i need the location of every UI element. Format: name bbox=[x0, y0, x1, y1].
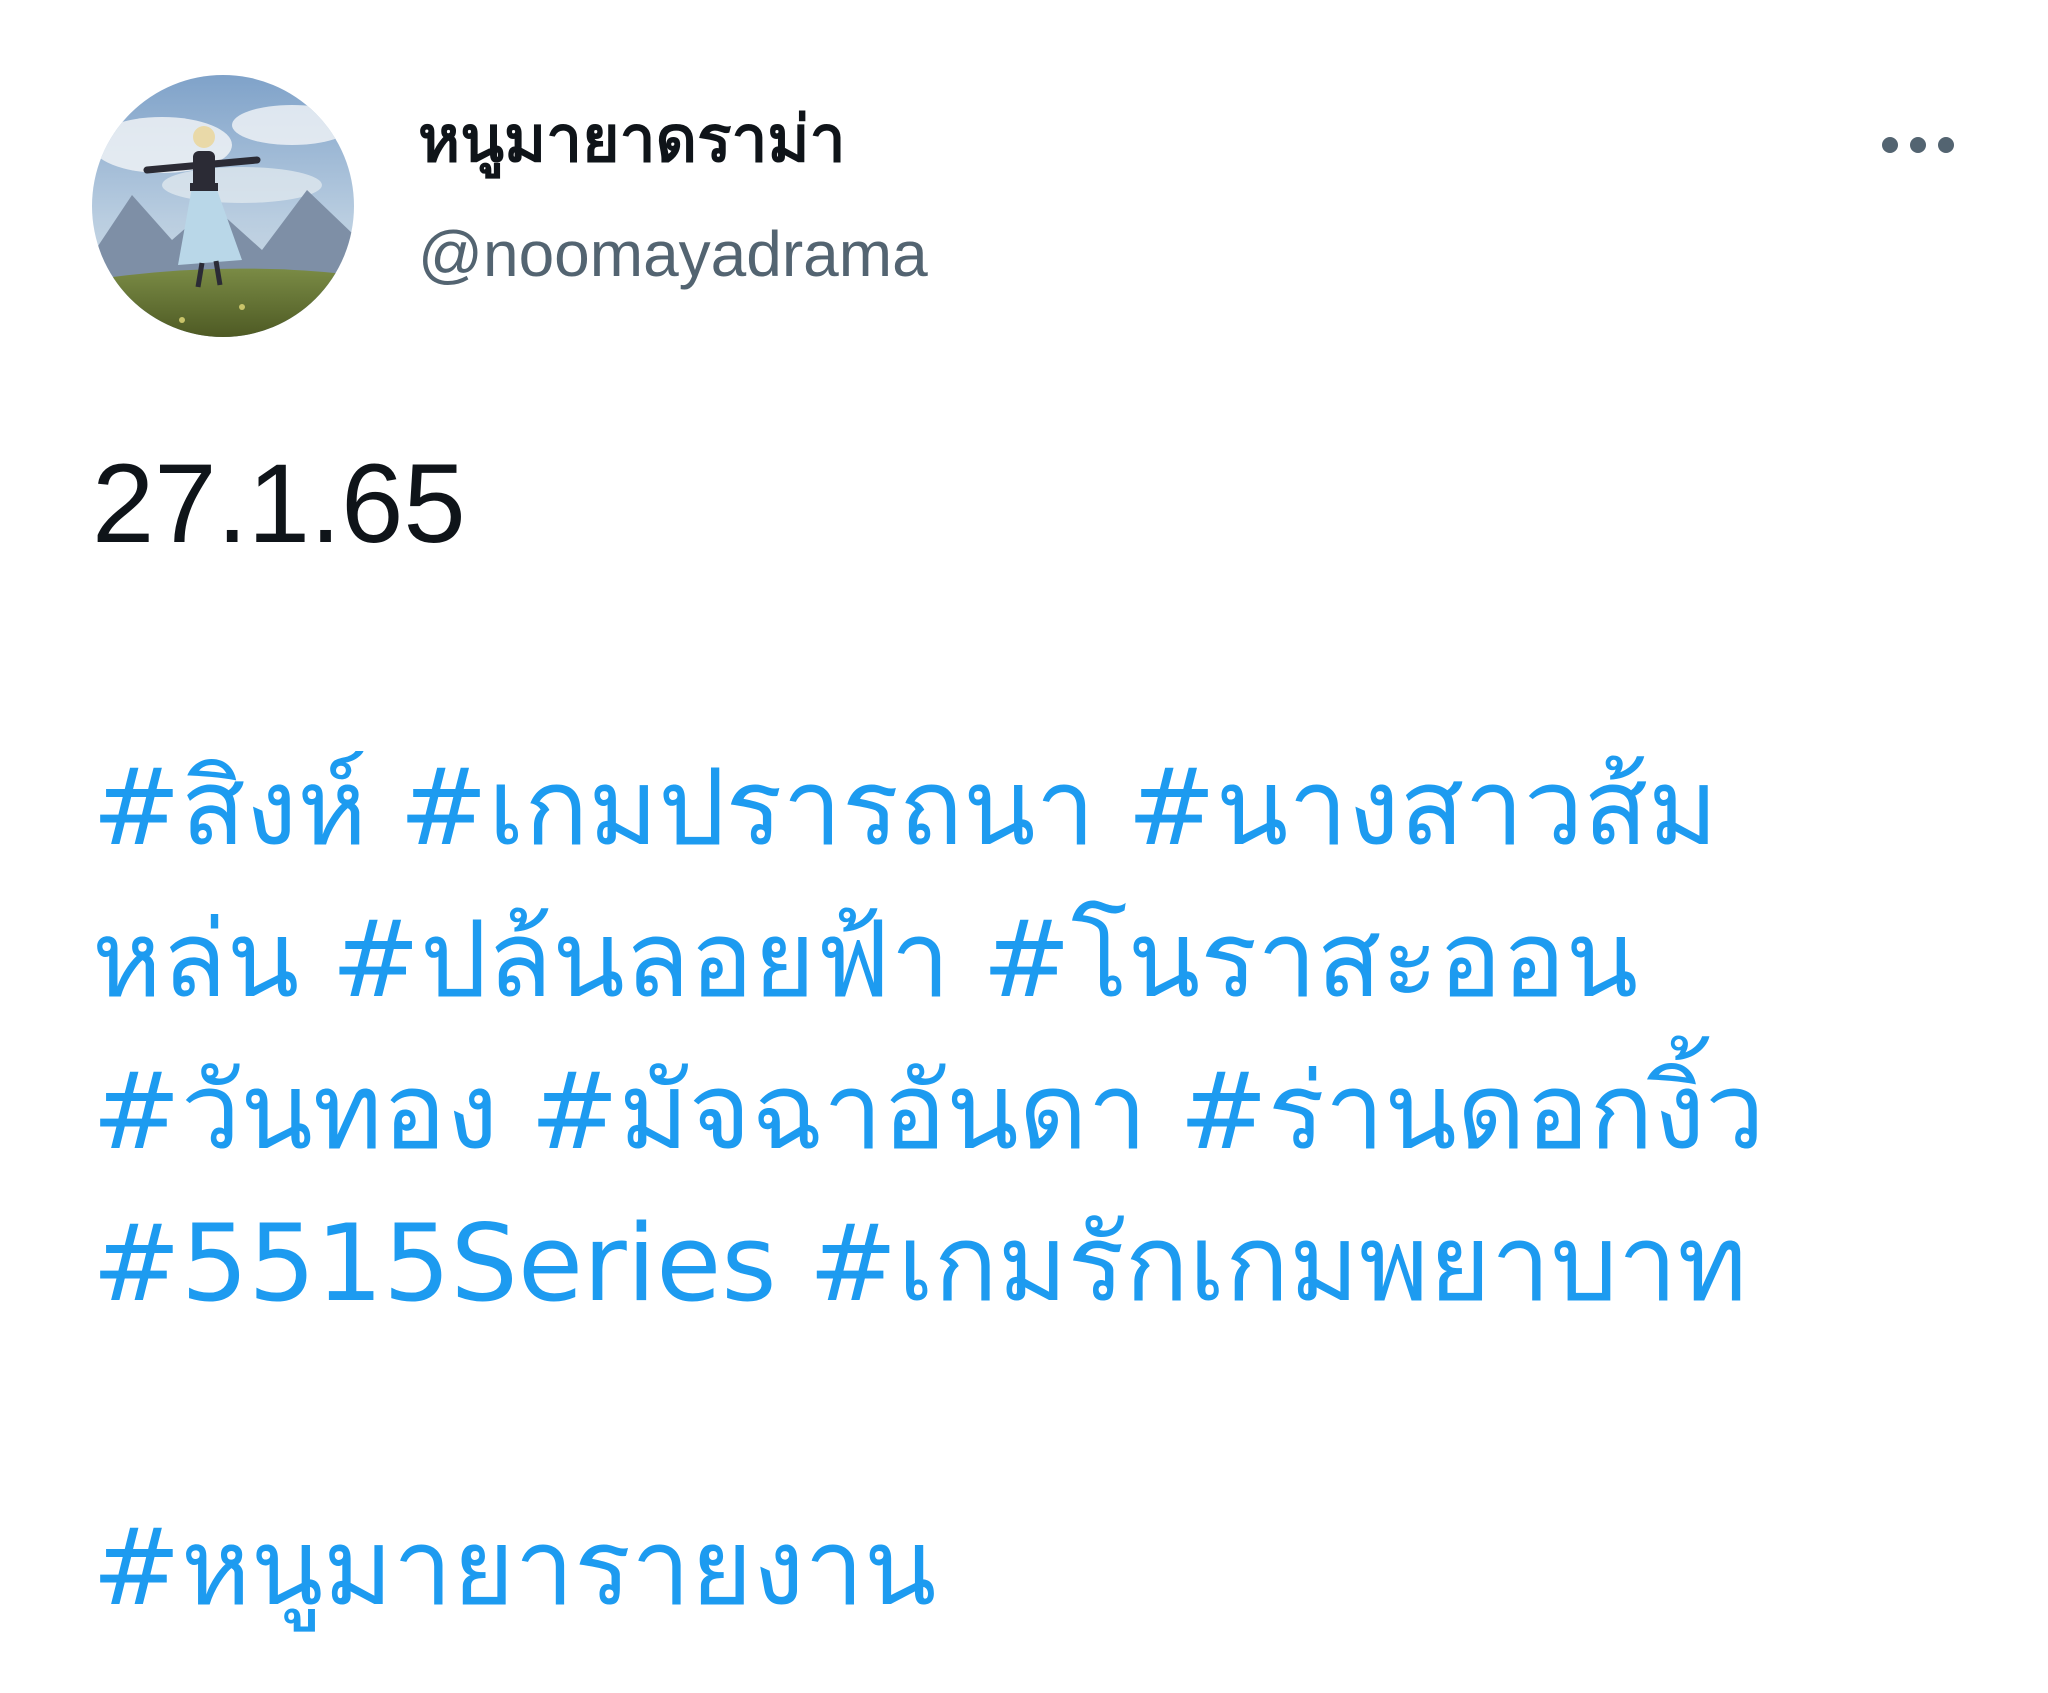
footer-hashtag-link[interactable]: #หนูมายารายงาน bbox=[92, 1506, 936, 1629]
author-handle[interactable]: @noomayadrama bbox=[418, 214, 928, 294]
hashtag-link[interactable]: #วันทอง bbox=[92, 1050, 498, 1173]
hashtag-link-continuation[interactable]: หล่น bbox=[92, 898, 299, 1021]
avatar-image bbox=[92, 75, 354, 337]
hashtag-link[interactable]: #โนราสะออน bbox=[982, 898, 1638, 1021]
hashtag-link[interactable]: #นางสาวส้ม bbox=[1127, 746, 1718, 869]
tweet-card: หนูมายาดราม่า @noomayadrama 27.1.65 #สิง… bbox=[0, 0, 2048, 1693]
hashtag-link[interactable]: #เกมปรารถนา bbox=[399, 746, 1095, 869]
tweet-text: 27.1.65 #สิงห์ #เกมปรารถนา #นางสาวส้ม หล่น… bbox=[92, 428, 1972, 1644]
author-avatar[interactable] bbox=[92, 75, 354, 337]
hashtag-link[interactable]: #5515Series bbox=[92, 1202, 777, 1325]
hashtag-link[interactable]: #สิงห์ bbox=[92, 746, 367, 869]
more-horizontal-icon bbox=[1882, 137, 1954, 153]
more-options-button[interactable] bbox=[1868, 110, 1968, 180]
tweet-date-text: 27.1.65 bbox=[92, 441, 466, 566]
hashtag-line: #สิงห์ #เกมปรารถนา #นางสาวส้ม bbox=[92, 732, 1972, 884]
hashtag-link[interactable]: #ปล้นลอยฟ้า bbox=[331, 898, 950, 1021]
hashtag-line: #วันทอง #มัจฉาอันดา #ร่านดอกงิ้ว bbox=[92, 1036, 1972, 1188]
hashtag-link[interactable]: #มัจฉาอันดา bbox=[530, 1050, 1147, 1173]
author-display-name[interactable]: หนูมายาดราม่า bbox=[418, 100, 846, 180]
hashtag-line: #หนูมายารายงาน bbox=[92, 1492, 1972, 1644]
hashtag-block: #สิงห์ #เกมปรารถนา #นางสาวส้ม หล่น #ปล้นลอย… bbox=[92, 732, 1972, 1340]
hashtag-link[interactable]: #เกมรักเกมพยาบาท bbox=[809, 1202, 1748, 1325]
hashtag-link[interactable]: #ร่านดอกงิ้ว bbox=[1179, 1050, 1765, 1173]
hashtag-line: #5515Series #เกมรักเกมพยาบาท bbox=[92, 1188, 1972, 1340]
hashtag-line: หล่น #ปล้นลอยฟ้า #โนราสะออน bbox=[92, 884, 1972, 1036]
